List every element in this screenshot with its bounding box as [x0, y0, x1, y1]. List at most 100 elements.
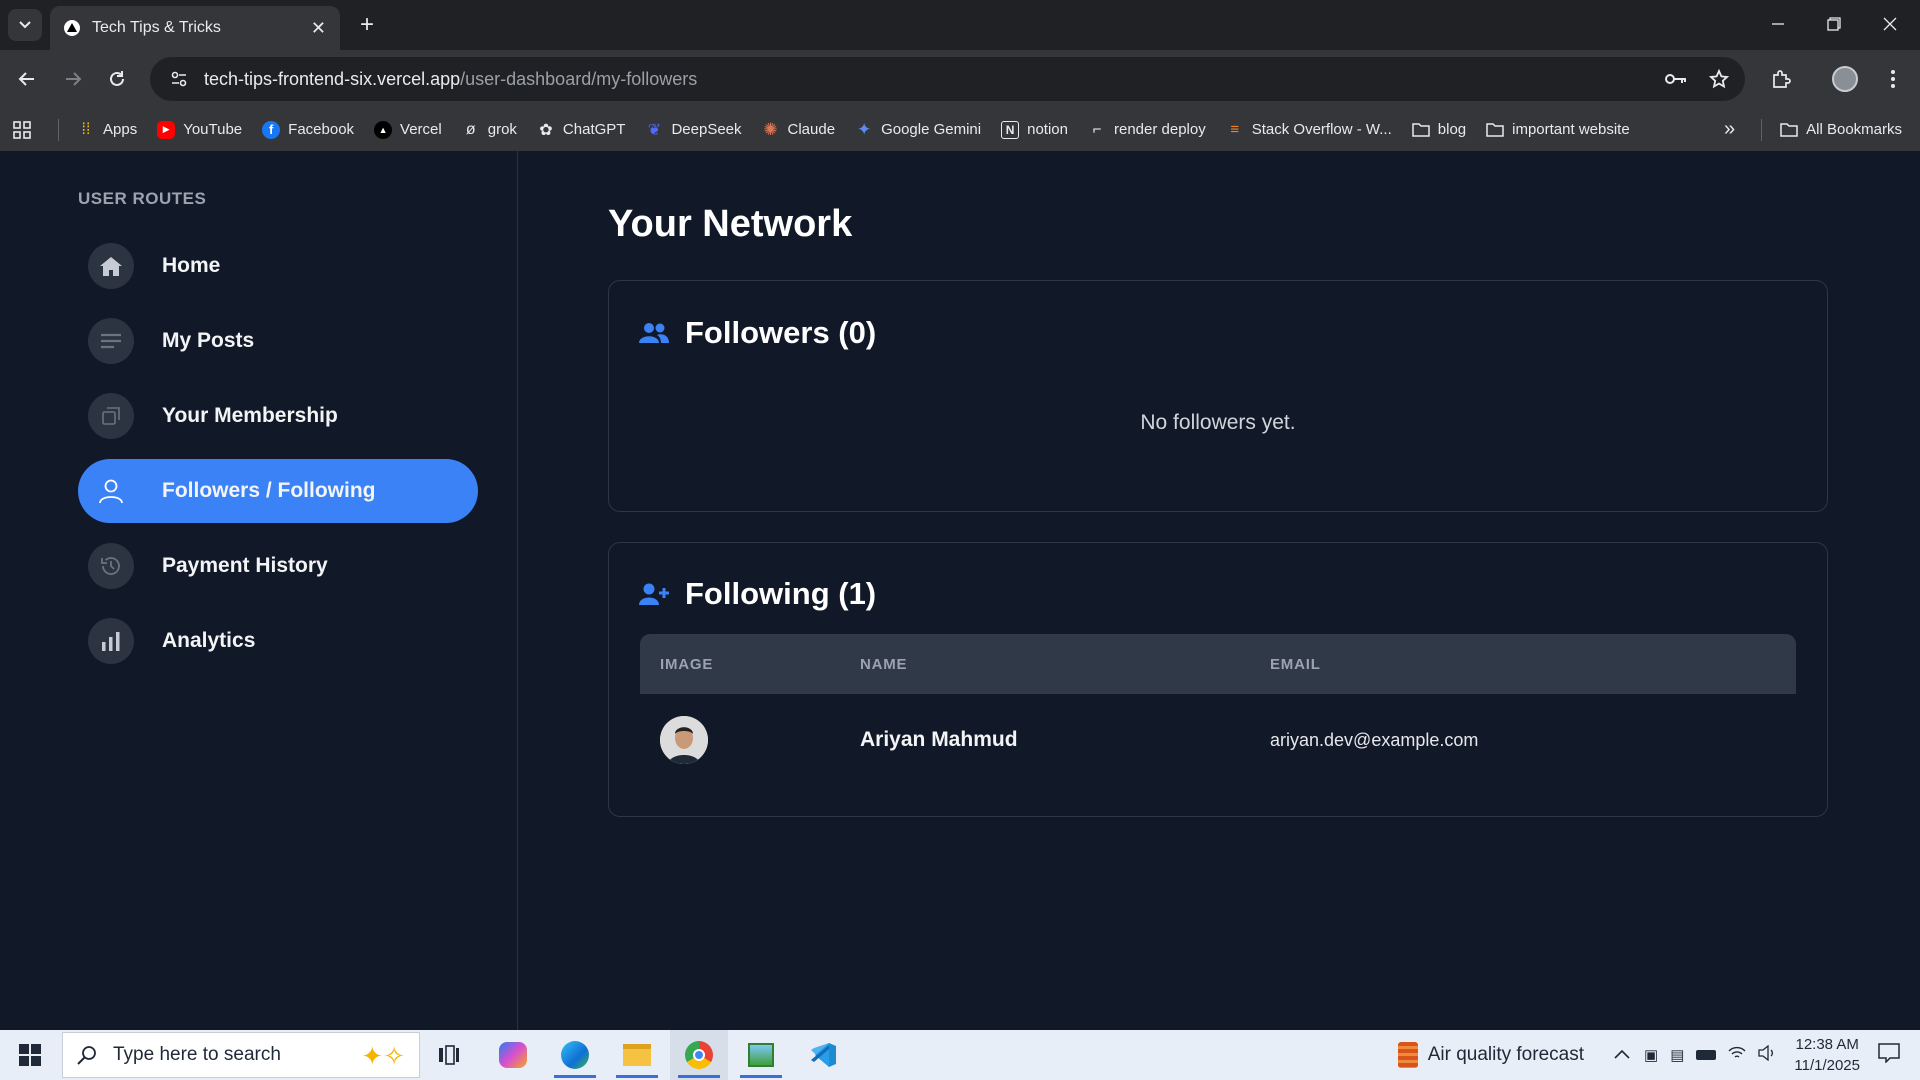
- divider: [58, 118, 59, 141]
- copilot-sparkle-icon: ✦✧: [361, 1041, 405, 1071]
- task-view-button[interactable]: [420, 1030, 478, 1080]
- taskbar-app-vscode[interactable]: [794, 1030, 852, 1080]
- start-button[interactable]: [0, 1030, 60, 1080]
- bookmark-claude[interactable]: ✺ Claude: [762, 120, 835, 139]
- page-title: Your Network: [608, 203, 853, 245]
- reload-button[interactable]: [100, 62, 134, 96]
- search-placeholder: Type here to search: [113, 1044, 281, 1065]
- weather-widget[interactable]: Air quality forecast: [1428, 1044, 1584, 1066]
- followers-title: Followers (0): [685, 315, 877, 350]
- wifi-icon[interactable]: [1728, 1046, 1746, 1065]
- tab-groups-icon[interactable]: [12, 120, 32, 140]
- vscode-icon: [811, 1043, 836, 1067]
- folder-icon: [1780, 121, 1798, 139]
- bookmark-folder-blog[interactable]: blog: [1412, 121, 1466, 139]
- notifications-icon[interactable]: [1878, 1042, 1900, 1068]
- system-tray: Air quality forecast ▣ ▤ 12:38 AM 11/1/2…: [1397, 1030, 1920, 1080]
- bookmark-notion[interactable]: Nnotion: [1001, 120, 1068, 139]
- grok-icon: ø: [465, 120, 476, 138]
- sidebar-item-followers[interactable]: Followers / Following: [78, 459, 478, 523]
- bookmark-chatgpt[interactable]: ✿ ChatGPT: [537, 121, 625, 139]
- taskbar-app-chrome[interactable]: [670, 1030, 728, 1080]
- bookmark-youtube[interactable]: ▶ YouTube: [157, 120, 242, 139]
- avatar: [660, 716, 708, 764]
- url-path: /user-dashboard/my-followers: [460, 68, 698, 89]
- extensions-button[interactable]: [1764, 62, 1798, 96]
- following-title: Following (1): [685, 576, 877, 611]
- bookmark-apps[interactable]: ⁞⁞ Apps: [77, 121, 138, 139]
- address-bar[interactable]: tech-tips-frontend-six.vercel.app/user-d…: [150, 57, 1745, 101]
- arrow-right-icon: [66, 72, 82, 86]
- folder-icon: [1412, 121, 1430, 139]
- display-icon[interactable]: ▤: [1670, 1046, 1684, 1064]
- new-tab-button[interactable]: +: [352, 10, 382, 40]
- bookmark-star-icon[interactable]: [1709, 69, 1729, 89]
- bookmark-deepseek[interactable]: ❦ DeepSeek: [645, 121, 742, 139]
- sidebar-item-my-posts[interactable]: My Posts: [78, 309, 478, 373]
- chatgpt-icon: ✿: [539, 121, 553, 139]
- home-icon: [88, 243, 134, 289]
- browser-menu-button[interactable]: [1876, 62, 1910, 96]
- user-plus-icon: [639, 583, 669, 605]
- taskbar-app-edge[interactable]: [546, 1030, 604, 1080]
- clock-time: 12:38 AM: [1795, 1036, 1859, 1053]
- copilot-icon: [499, 1042, 527, 1068]
- restore-button[interactable]: [1806, 0, 1862, 48]
- bookmarks-bar: ⁞⁞ Apps ▶ YouTube f Facebook ▲ Vercel ø grok …: [0, 108, 1920, 151]
- bookmark-gemini[interactable]: ✦ Google Gemini: [855, 119, 981, 139]
- more-vertical-icon: [1891, 70, 1895, 88]
- gemini-icon: ✦: [856, 119, 872, 139]
- tab-search-button[interactable]: [8, 9, 42, 41]
- taskbar-app-photos[interactable]: [732, 1030, 790, 1080]
- site-settings-icon[interactable]: [170, 70, 188, 88]
- bookmark-stackoverflow[interactable]: ≡ Stack Overflow - W...: [1226, 121, 1391, 139]
- more-bookmarks-icon[interactable]: »: [1724, 118, 1735, 141]
- windows-taskbar: Type here to search ✦✧ Air quality forec…: [0, 1030, 1920, 1080]
- taskbar-search[interactable]: Type here to search ✦✧: [62, 1032, 420, 1078]
- sidebar-item-home[interactable]: Home: [78, 234, 478, 298]
- reload-icon: [110, 71, 124, 86]
- chevron-up-icon[interactable]: [1614, 1046, 1630, 1064]
- profile-button[interactable]: [1828, 62, 1862, 96]
- table-row[interactable]: Ariyan Mahmud ariyan.dev@example.com: [640, 694, 1796, 786]
- chevron-down-icon: [19, 21, 31, 29]
- minimize-button[interactable]: [1750, 0, 1806, 48]
- close-window-button[interactable]: [1862, 0, 1918, 48]
- column-header-image: IMAGE: [660, 655, 714, 673]
- arrow-left-icon: [18, 72, 34, 86]
- bookmark-render[interactable]: ⌐ render deploy: [1088, 121, 1206, 139]
- bookmark-vercel[interactable]: ▲ Vercel: [374, 120, 442, 139]
- taskbar-app-copilot[interactable]: [484, 1030, 542, 1080]
- windows-logo-icon: [19, 1044, 41, 1066]
- clock-date: 11/1/2025: [1794, 1057, 1860, 1074]
- browser-tab[interactable]: Tech Tips & Tricks ✕: [50, 6, 340, 50]
- facebook-icon: f: [262, 120, 281, 139]
- volume-icon[interactable]: [1758, 1044, 1776, 1066]
- bookmark-grok[interactable]: ø grok: [462, 121, 517, 139]
- sidebar-item-analytics[interactable]: Analytics: [78, 609, 478, 673]
- bookmark-folder-important[interactable]: important website: [1486, 121, 1630, 139]
- favicon-triangle-icon: [64, 20, 80, 36]
- meet-now-icon[interactable]: ▣: [1644, 1046, 1658, 1064]
- back-button[interactable]: [10, 62, 44, 96]
- render-icon: ⌐: [1092, 121, 1102, 138]
- folder-icon: [1486, 121, 1504, 139]
- clock[interactable]: 12:38 AM 11/1/2025: [1794, 1034, 1860, 1076]
- analytics-icon: [88, 618, 134, 664]
- close-tab-icon[interactable]: ✕: [311, 18, 326, 39]
- taskbar-app-file-explorer[interactable]: [608, 1030, 666, 1080]
- bookmark-facebook[interactable]: f Facebook: [262, 120, 354, 139]
- search-icon: [77, 1046, 96, 1065]
- sidebar-heading: USER ROUTES: [78, 189, 207, 208]
- all-bookmarks-button[interactable]: All Bookmarks: [1780, 121, 1902, 139]
- tab-strip: Tech Tips & Tricks ✕ +: [0, 0, 1920, 50]
- profile-avatar: [1832, 66, 1858, 92]
- key-icon[interactable]: [1665, 72, 1687, 86]
- membership-icon: [88, 393, 134, 439]
- battery-icon[interactable]: [1696, 1050, 1717, 1060]
- forward-button[interactable]: [56, 62, 90, 96]
- sidebar-item-payment-history[interactable]: Payment History: [78, 534, 478, 598]
- sidebar-item-membership[interactable]: Your Membership: [78, 384, 478, 448]
- deepseek-icon: ❦: [647, 121, 662, 139]
- notion-icon: N: [1001, 120, 1020, 139]
